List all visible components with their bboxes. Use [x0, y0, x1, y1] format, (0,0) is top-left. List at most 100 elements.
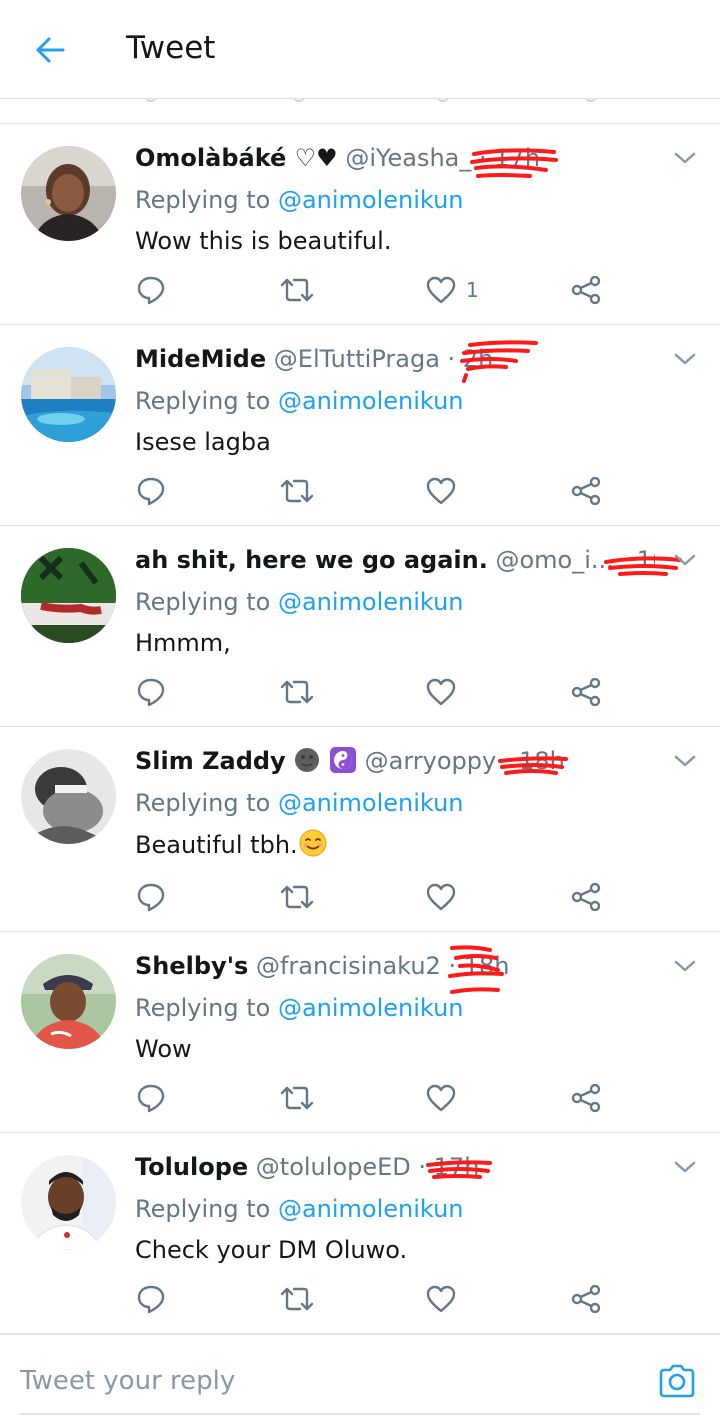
- share-icon: [571, 477, 601, 505]
- share-button[interactable]: [571, 877, 601, 917]
- share-button[interactable]: [571, 1279, 601, 1319]
- reply-button[interactable]: [136, 877, 166, 917]
- input-underline: [20, 1413, 700, 1415]
- reply-tweet[interactable]: ah shit, here we go again. @omo_i... · 1…: [0, 526, 720, 727]
- user-handle[interactable]: @francisinaku2: [256, 952, 441, 980]
- retweet-icon: [280, 680, 314, 704]
- tweet-actions: [0, 1279, 720, 1319]
- display-name[interactable]: Shelby's: [135, 952, 248, 980]
- like-button[interactable]: [426, 1078, 456, 1118]
- chevron-down-icon[interactable]: [668, 347, 702, 371]
- speech-bubble-icon: [137, 477, 165, 506]
- chevron-down-icon[interactable]: [668, 954, 702, 978]
- like-button[interactable]: [426, 877, 456, 917]
- user-handle[interactable]: @arryoppy: [365, 747, 497, 775]
- chevron-down-icon[interactable]: [668, 548, 702, 572]
- tweet-header: Tolulope @tolulopeED · 17h: [135, 1151, 655, 1183]
- speech-bubble-icon: [137, 1084, 165, 1113]
- display-name[interactable]: MideMide: [135, 345, 266, 373]
- share-icon: [571, 678, 601, 706]
- user-handle[interactable]: @iYeasha_: [345, 144, 471, 172]
- mention-link[interactable]: @animolenikun: [278, 387, 464, 415]
- mention-link[interactable]: @animolenikun: [278, 186, 464, 214]
- avatar[interactable]: [21, 146, 116, 241]
- new-moon-face-emoji-icon: [295, 748, 320, 772]
- retweet-button[interactable]: [279, 270, 315, 310]
- display-name[interactable]: Tolulope: [135, 1153, 248, 1181]
- retweet-icon: [280, 1086, 314, 1110]
- avatar[interactable]: [21, 749, 116, 844]
- retweet-button[interactable]: [279, 1279, 315, 1319]
- mention-link[interactable]: @animolenikun: [278, 588, 464, 616]
- replying-to: Replying to @animolenikun: [135, 1195, 464, 1223]
- share-icon: [571, 1285, 601, 1313]
- retweet-icon: [280, 885, 314, 909]
- back-button[interactable]: [22, 24, 78, 76]
- share-button[interactable]: [571, 471, 601, 511]
- reply-button[interactable]: [136, 672, 166, 712]
- reply-tweet[interactable]: Omolàbáké ♡♥ @iYeasha_ · 17h Replying to…: [0, 124, 720, 325]
- tweet-header: ah shit, here we go again. @omo_i... · 1…: [135, 544, 655, 576]
- avatar[interactable]: [21, 347, 116, 442]
- tweet-actions: [0, 1078, 720, 1118]
- retweet-icon: [280, 278, 314, 302]
- chevron-down-icon[interactable]: [668, 749, 702, 773]
- reply-button[interactable]: [136, 471, 166, 511]
- heart-icon: [426, 883, 456, 911]
- display-name[interactable]: ah shit, here we go again.: [135, 546, 488, 574]
- user-handle[interactable]: @ElTuttiPraga: [274, 345, 440, 373]
- share-icon: [571, 1084, 601, 1112]
- clipped-tweet-actions: [0, 99, 720, 124]
- reply-button[interactable]: [136, 1078, 166, 1118]
- display-name[interactable]: Omolàbáké ♡♥: [135, 144, 338, 172]
- replying-to: Replying to @animolenikun: [135, 387, 464, 415]
- mention-link[interactable]: @animolenikun: [278, 789, 464, 817]
- reply-tweet[interactable]: MideMide @ElTuttiPraga · 2h Replying to …: [0, 325, 720, 526]
- share-button[interactable]: [571, 270, 601, 310]
- avatar[interactable]: [21, 548, 116, 643]
- tweet-header: Omolàbáké ♡♥ @iYeasha_ · 17h: [135, 142, 655, 174]
- chevron-down-icon[interactable]: [668, 1155, 702, 1179]
- avatar[interactable]: [21, 954, 116, 1049]
- avatar[interactable]: [21, 1155, 116, 1250]
- retweet-button[interactable]: [279, 1078, 315, 1118]
- tweet-actions: [0, 877, 720, 917]
- reply-tweet[interactable]: Shelby's @francisinaku2 · 18h Replying t…: [0, 932, 720, 1133]
- retweet-button[interactable]: [279, 877, 315, 917]
- like-button[interactable]: [426, 471, 456, 511]
- retweet-button[interactable]: [279, 672, 315, 712]
- like-count: 1: [466, 278, 479, 302]
- reply-button[interactable]: [136, 270, 166, 310]
- like-button[interactable]: [426, 672, 456, 712]
- reply-tweet[interactable]: Slim Zaddy @arryoppy · 18h Replying to @…: [0, 727, 720, 932]
- red-scribble-redaction: [470, 148, 558, 178]
- like-button[interactable]: [426, 1279, 456, 1319]
- chevron-down-icon[interactable]: [668, 146, 702, 170]
- user-handle[interactable]: @omo_i...: [495, 546, 613, 574]
- reply-tweet[interactable]: Tolulope @tolulopeED · 17h Replying to @…: [0, 1133, 720, 1333]
- share-button[interactable]: [571, 1078, 601, 1118]
- tweet-actions: [0, 672, 720, 712]
- like-button[interactable]: 1: [426, 270, 479, 310]
- retweet-icon: [280, 479, 314, 503]
- reply-input[interactable]: [20, 1361, 620, 1401]
- retweet-button[interactable]: [279, 471, 315, 511]
- retweet-icon: [280, 1287, 314, 1311]
- speech-bubble-icon: [137, 276, 165, 305]
- mention-link[interactable]: @animolenikun: [278, 994, 464, 1022]
- reply-button[interactable]: [136, 1279, 166, 1319]
- heart-icon: [426, 1084, 456, 1112]
- tweet-text: Check your DM Oluwo.: [135, 1236, 408, 1264]
- tweet-header: Slim Zaddy @arryoppy · 18h: [135, 745, 655, 777]
- share-button[interactable]: [571, 672, 601, 712]
- user-handle[interactable]: @tolulopeED: [256, 1153, 411, 1181]
- tweet-header: Shelby's @francisinaku2 · 18h: [135, 950, 655, 982]
- red-scribble-redaction: [498, 756, 568, 775]
- camera-icon[interactable]: [657, 1363, 697, 1399]
- replying-to: Replying to @animolenikun: [135, 588, 464, 616]
- speech-bubble-icon: [137, 883, 165, 912]
- display-name[interactable]: Slim Zaddy: [135, 747, 286, 775]
- tweet-text: Isese lagba: [135, 428, 271, 456]
- mention-link[interactable]: @animolenikun: [278, 1195, 464, 1223]
- replying-to: Replying to @animolenikun: [135, 186, 464, 214]
